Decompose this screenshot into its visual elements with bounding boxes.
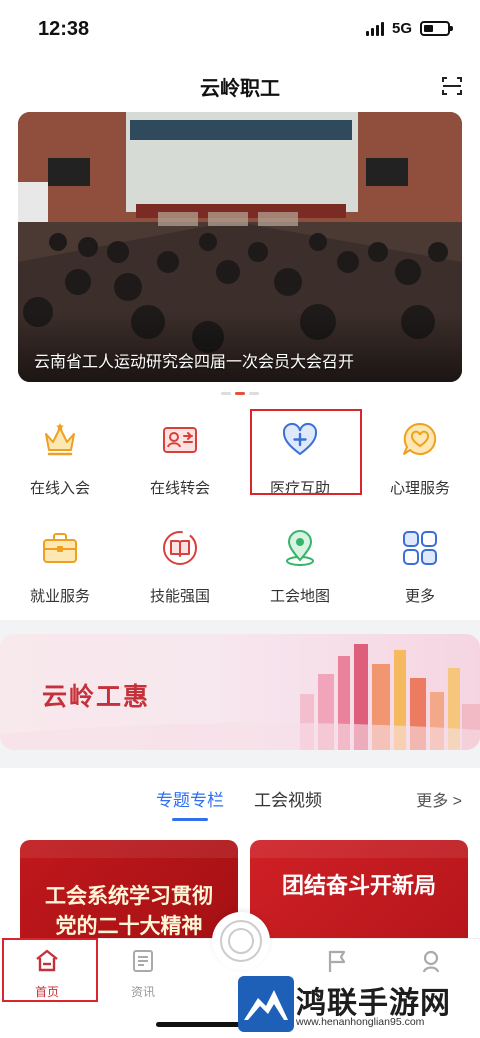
- center-logo-icon: [220, 920, 262, 962]
- banner-photo: [18, 112, 462, 382]
- status-bar: 12:38 5G: [0, 0, 480, 60]
- briefcase-icon: [43, 533, 77, 563]
- medical-aid-highlight-box: [250, 409, 362, 495]
- service-label: 在线转会: [149, 480, 210, 497]
- pagination-dot: [221, 392, 231, 395]
- service-label: 更多: [404, 588, 435, 605]
- service-join-online[interactable]: 在线入会: [0, 410, 120, 510]
- nav-activity[interactable]: [292, 948, 382, 979]
- status-time: 12:38: [38, 18, 90, 40]
- scan-icon[interactable]: [442, 76, 462, 96]
- watermark-logo: [238, 976, 294, 1032]
- banner-caption: 云南省工人运动研究会四届一次会员大会召开: [34, 354, 355, 371]
- crown-icon: [45, 423, 75, 456]
- service-union-map[interactable]: 工会地图: [240, 518, 360, 618]
- promo-label: 云岭工惠: [42, 683, 151, 711]
- chat-heart-icon: [403, 422, 437, 455]
- flag-icon: [328, 950, 346, 972]
- service-label: 工会地图: [269, 588, 330, 605]
- profile-icon: [422, 950, 440, 973]
- watermark-url: www.henanhonglian95.com: [296, 1016, 425, 1028]
- news-icon: [133, 950, 153, 972]
- service-label: 心理服务: [389, 480, 450, 497]
- service-counseling[interactable]: 心理服务: [360, 410, 480, 510]
- tab-union-video[interactable]: 工会视频: [254, 786, 322, 811]
- card-title-line2: 党的二十大精神: [55, 915, 203, 938]
- card-title-line1: 工会系统学习贯彻: [45, 885, 213, 908]
- banner-pagination: [0, 392, 480, 395]
- status-indicators: 5G: [365, 20, 453, 37]
- pagination-dot-active: [235, 392, 245, 395]
- network-type: 5G: [391, 20, 412, 37]
- pagination-dot: [249, 392, 259, 395]
- book-icon: [163, 531, 197, 565]
- service-more[interactable]: 更多: [360, 518, 480, 618]
- app-header: 云岭职工: [0, 60, 480, 110]
- active-tab-indicator: [172, 818, 208, 821]
- more-link[interactable]: 更多 >: [416, 787, 462, 811]
- center-action-button[interactable]: [212, 912, 270, 970]
- grid-icon: [403, 531, 437, 565]
- service-skills[interactable]: 技能强国: [120, 518, 240, 618]
- nav-profile[interactable]: [386, 948, 476, 979]
- news-banner[interactable]: 云南省工人运动研究会四届一次会员大会召开: [18, 112, 462, 382]
- service-employment[interactable]: 就业服务: [0, 518, 120, 618]
- tab-special-column[interactable]: 专题专栏: [156, 786, 224, 811]
- nav-news[interactable]: 资讯: [98, 948, 188, 1000]
- battery-icon: [420, 21, 453, 36]
- id-card-icon: [163, 427, 197, 453]
- service-label: 技能强国: [149, 588, 210, 605]
- service-label: 在线入会: [29, 480, 90, 497]
- service-transfer-online[interactable]: 在线转会: [120, 410, 240, 510]
- map-pin-icon: [286, 530, 314, 566]
- service-label: 就业服务: [29, 588, 90, 605]
- nav-label: 资讯: [130, 985, 155, 999]
- home-highlight-box: [2, 938, 98, 1002]
- page-title: 云岭职工: [200, 78, 280, 100]
- site-watermark: 鸿联手游网 www.henanhonglian95.com: [238, 976, 474, 1034]
- promo-banner[interactable]: 云岭工惠: [0, 634, 480, 750]
- signal-icon: [365, 21, 384, 36]
- card-title-line1: 团结奋斗开新局: [281, 873, 436, 898]
